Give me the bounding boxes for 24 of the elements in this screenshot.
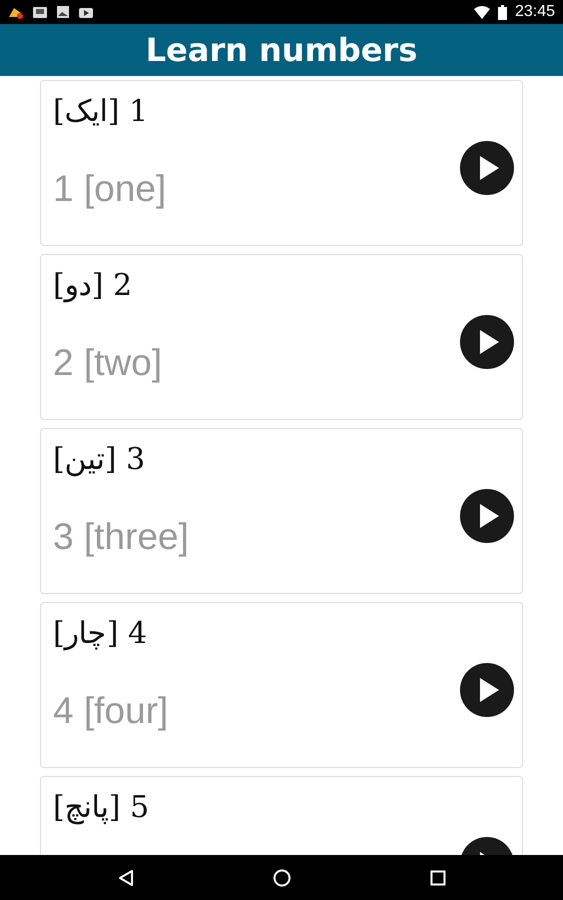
play-button[interactable] [460, 663, 514, 717]
english-translation: 1 [one] [53, 167, 166, 211]
play-button[interactable] [460, 141, 514, 195]
video-notification-icon [78, 5, 94, 19]
wifi-icon [474, 6, 490, 18]
native-word: 4 [چار] [53, 615, 148, 653]
native-word: 2 [دو] [53, 267, 132, 305]
english-translation: 3 [three] [53, 515, 189, 559]
english-translation: 4 [four] [53, 689, 168, 733]
english-translation: 2 [two] [53, 341, 162, 385]
native-word: 5 [پانچ] [53, 789, 150, 827]
clock-time: 23:45 [514, 2, 555, 22]
page-title: Learn numbers [146, 34, 418, 66]
back-icon[interactable] [118, 868, 134, 886]
battery-icon [498, 4, 507, 20]
native-word: 1 [ایک] [53, 93, 148, 131]
play-button[interactable] [460, 489, 514, 543]
app-notification-icon [8, 5, 24, 19]
native-word: 3 [تین] [53, 441, 146, 479]
home-icon[interactable] [272, 868, 290, 886]
photo-notification-icon [32, 5, 48, 19]
image-notification-icon [56, 5, 70, 19]
play-button[interactable] [460, 315, 514, 369]
recents-icon[interactable] [430, 870, 446, 886]
